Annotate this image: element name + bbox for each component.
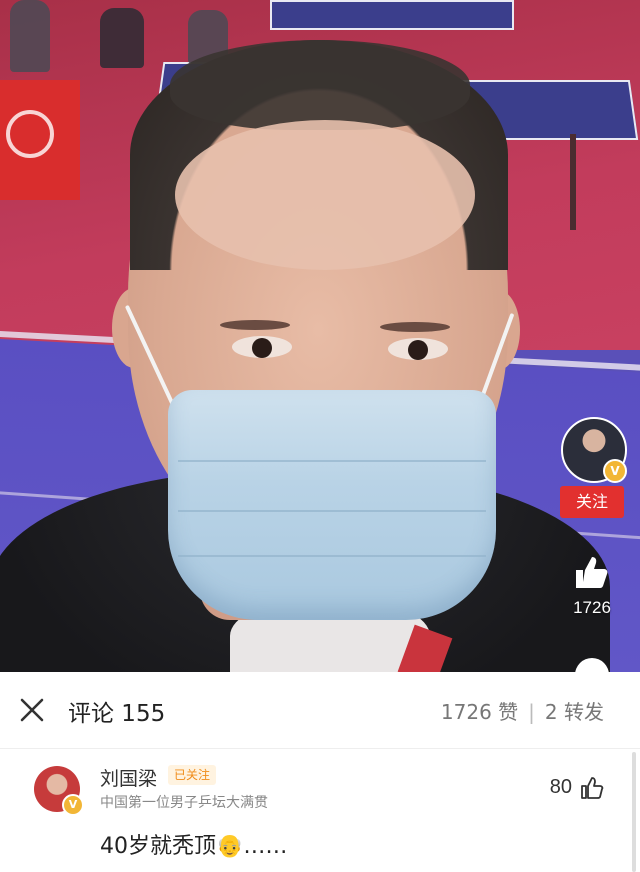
following-tag: 已关注 — [168, 765, 217, 785]
thumbs-up-icon — [581, 777, 604, 799]
reposts-stat[interactable]: 2 转发 — [545, 700, 604, 724]
red-banner — [0, 80, 80, 200]
comment-like-button[interactable]: 80 — [550, 776, 604, 799]
comment-like-count: 80 — [549, 776, 572, 798]
left-eye — [232, 336, 292, 358]
commenter-avatar[interactable]: V — [34, 766, 84, 816]
close-icon[interactable] — [18, 696, 46, 724]
right-eyebrow — [380, 322, 450, 332]
header-divider — [0, 748, 640, 749]
left-eyebrow — [220, 320, 290, 330]
stats-divider: | — [528, 700, 535, 724]
right-eye — [388, 338, 448, 360]
follow-button[interactable]: 关注 — [560, 486, 624, 518]
comments-header: 评论 155 1726 赞 | 2 转发 — [0, 672, 640, 748]
comment-text: 40岁就秃顶👴…… — [100, 834, 288, 859]
comments-title: 评论 155 — [68, 701, 166, 727]
scrollbar[interactable] — [632, 752, 636, 872]
verified-badge-icon: V — [62, 794, 84, 816]
background-person — [100, 8, 144, 68]
thumbs-up-icon[interactable] — [572, 552, 612, 592]
hair-top — [170, 40, 470, 130]
post-stats: 1726 赞 | 2 转发 — [441, 696, 604, 725]
likes-stat: 1726 赞 — [440, 700, 519, 724]
table-leg — [570, 134, 576, 230]
comments-sheet: 评论 155 1726 赞 | 2 转发 V 刘国梁 已关注 中国第一位男子乒坛大满… — [0, 672, 640, 872]
face-mask — [168, 390, 496, 620]
comment-item[interactable]: V 刘国梁 已关注 中国第一位男子乒坛大满贯 40岁就秃顶👴…… 80 — [0, 750, 640, 872]
ping-pong-table — [270, 0, 514, 30]
like-count: 1726 — [573, 598, 611, 617]
commenter-name[interactable]: 刘国梁 — [100, 764, 157, 791]
background-person — [10, 0, 50, 72]
verified-badge-icon: V — [603, 459, 627, 483]
commenter-description: 中国第一位男子乒坛大满贯 — [100, 795, 268, 811]
video-player[interactable]: V 关注 1726 — [0, 0, 640, 672]
forehead — [175, 120, 475, 270]
author-avatar[interactable]: V — [561, 417, 627, 483]
